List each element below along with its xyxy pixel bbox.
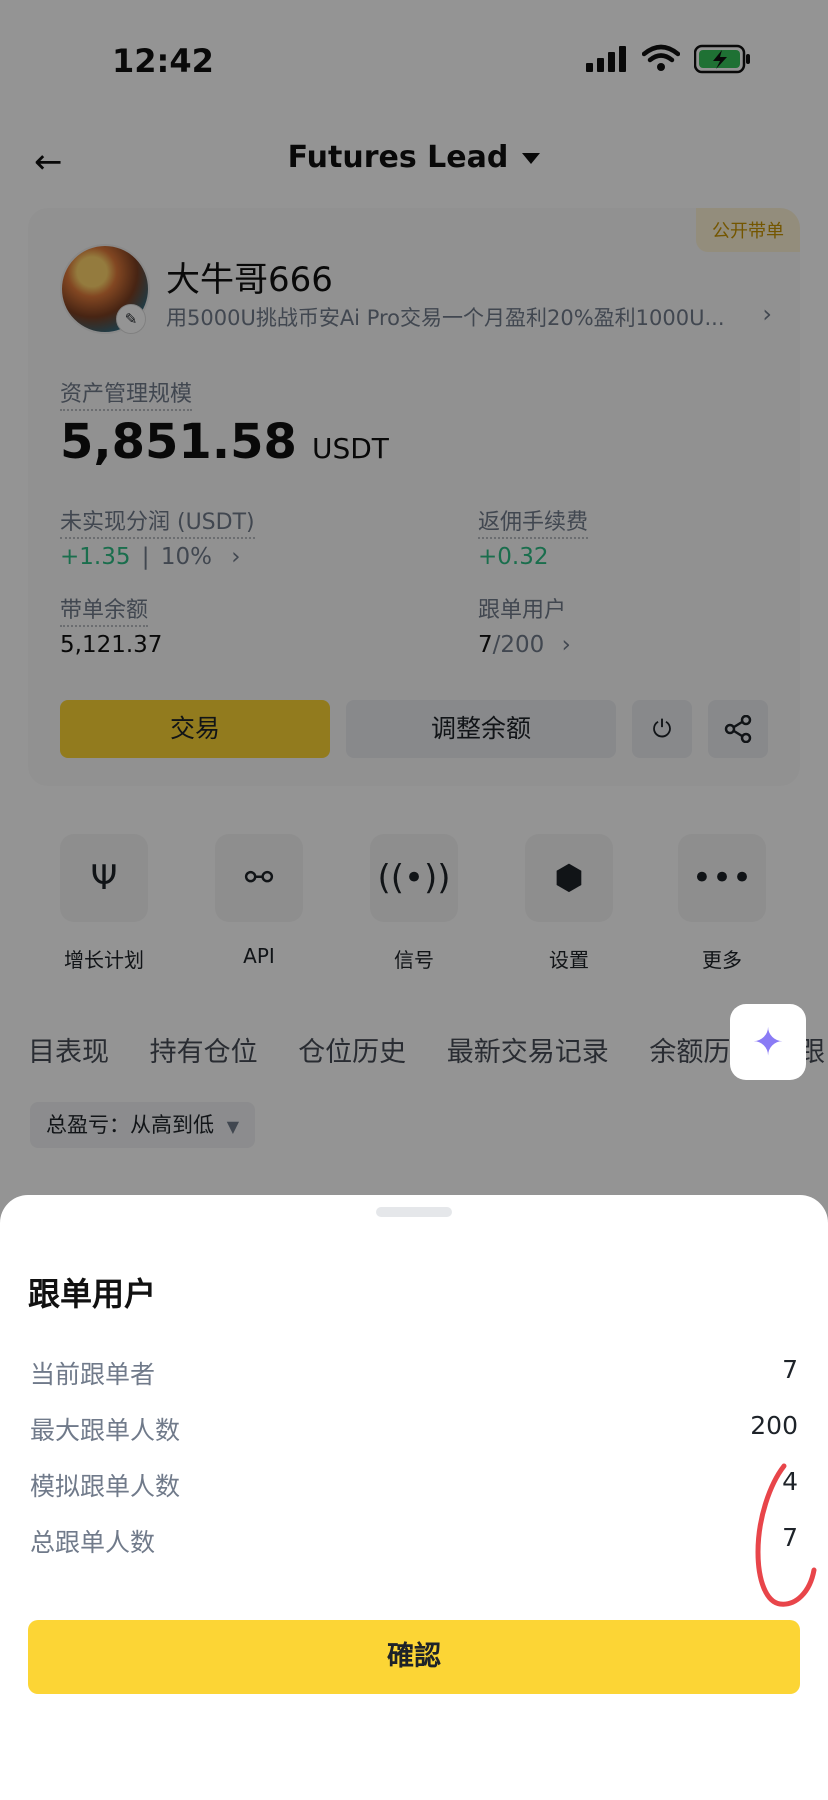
current-followers-value: 7: [782, 1355, 798, 1384]
red-annotation-mark: [755, 1463, 817, 1607]
total-followers-label: 总跟单人数: [30, 1528, 156, 1557]
sheet-drag-handle[interactable]: [376, 1207, 452, 1217]
max-followers-value: 200: [750, 1411, 798, 1440]
app-screen: 12:42 ← Futures Lead 公开带单 ✎ 大牛哥666 用5000…: [0, 0, 828, 1800]
sheet-title: 跟单用户: [28, 1275, 157, 1313]
ai-assistant-icon[interactable]: ✦: [730, 1004, 806, 1080]
mock-followers-label: 模拟跟单人数: [30, 1472, 181, 1501]
current-followers-label: 当前跟单者: [30, 1360, 156, 1389]
max-followers-label: 最大跟单人数: [30, 1416, 181, 1445]
confirm-button[interactable]: 確認: [28, 1620, 800, 1694]
followers-bottom-sheet: 跟单用户 当前跟单者 7 最大跟单人数 200 模拟跟单人数 4 总跟单人数 7…: [0, 1195, 828, 1800]
